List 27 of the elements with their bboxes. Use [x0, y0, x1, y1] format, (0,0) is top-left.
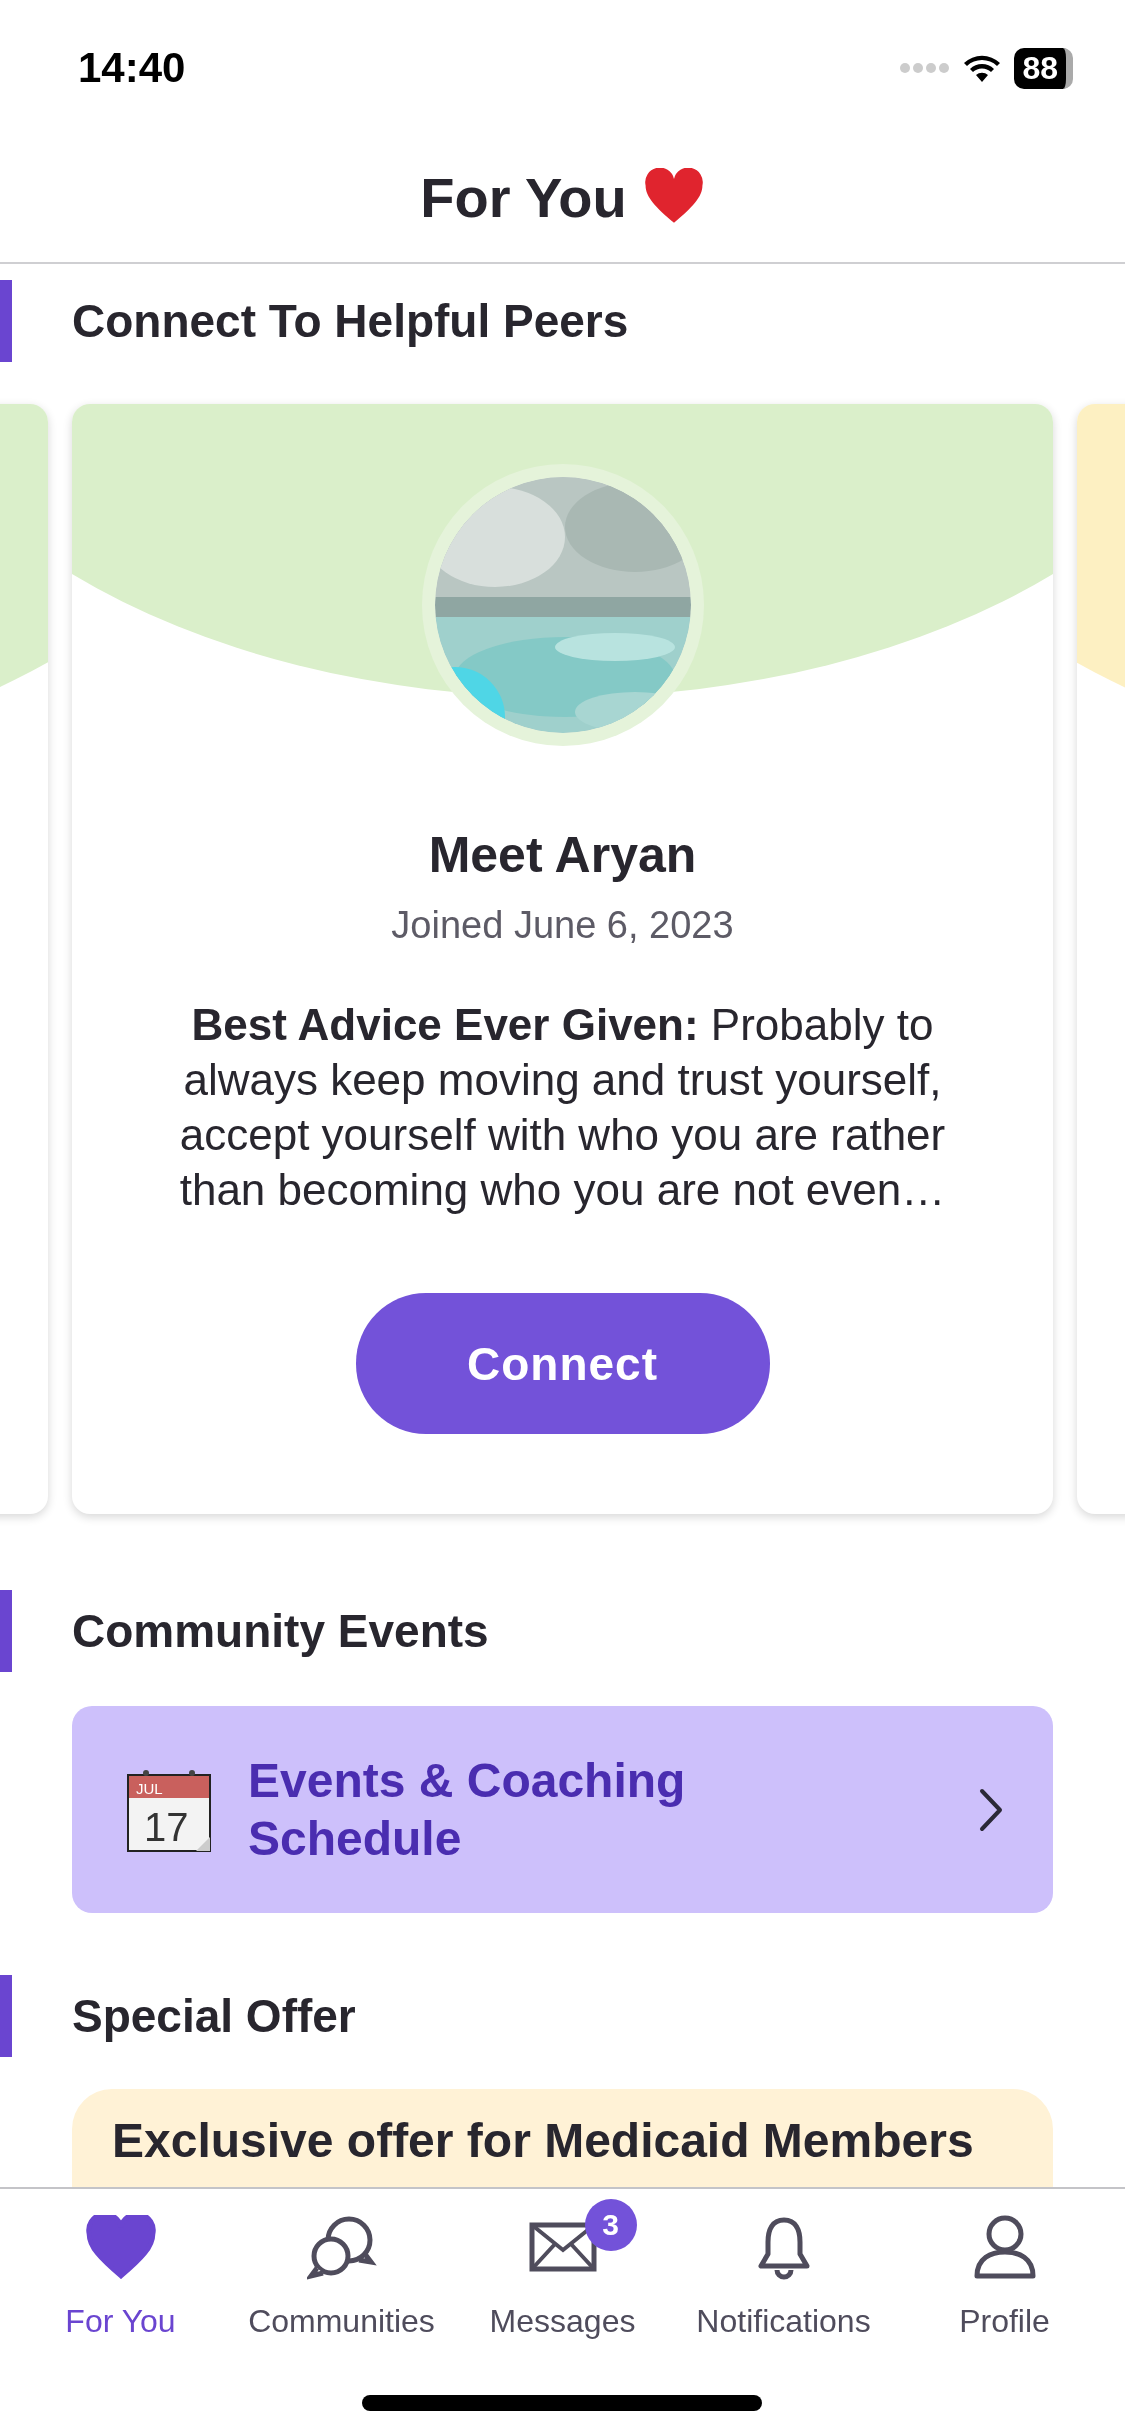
peer-name: Meet Aryan: [428, 826, 697, 884]
tab-item[interactable]: Notifications: [673, 2189, 894, 2340]
section-heading: Connect To Helpful Peers: [72, 294, 629, 348]
connect-button[interactable]: Connect: [355, 1293, 770, 1434]
heart-icon: [84, 2215, 157, 2279]
person-icon: [972, 2214, 1037, 2280]
events-link[interactable]: JUL 17 Events & Coaching Schedule: [72, 1706, 1053, 1913]
page-title: For You: [420, 164, 627, 230]
signal-icon: [900, 61, 951, 75]
wifi-icon: [962, 53, 1003, 83]
offer-title: Exclusive offer for Medicaid Members: [112, 2114, 974, 2167]
tab-item[interactable]: 3 Messages: [452, 2189, 673, 2340]
chat-bubbles-icon: [306, 2214, 377, 2280]
chevron-icon: [979, 1787, 1003, 1832]
offer-card[interactable]: Exclusive offer for Medicaid Members: [72, 2089, 1053, 2187]
joined-date: Joined June 6, 2023: [391, 904, 734, 947]
tab-item[interactable]: Communities: [231, 2189, 452, 2340]
section-heading: Community Events: [72, 1604, 489, 1658]
section-heading: Special Offer: [72, 1989, 356, 2043]
advice-text: Best Advice Ever Given: Probably to always keep moving and trust yourself, accept yourself with who you are rather than becoming who you are not even…: [178, 999, 947, 1216]
peer-card[interactable]: Meet Aryan Joined June 6, 2023 Best Advice Ever Given: Probably to always keep moving and trust yourself, accept yourself with who you are rather than becoming who you are not even… Connect: [72, 404, 1053, 1514]
unread-badge: 3: [584, 2199, 637, 2251]
tab-item[interactable]: Profile: [894, 2189, 1115, 2340]
status-time: 14:40: [78, 44, 186, 92]
battery-icon: 88: [1014, 47, 1073, 89]
envelope-icon: [528, 2222, 597, 2272]
tab-item[interactable]: For You: [10, 2189, 231, 2340]
